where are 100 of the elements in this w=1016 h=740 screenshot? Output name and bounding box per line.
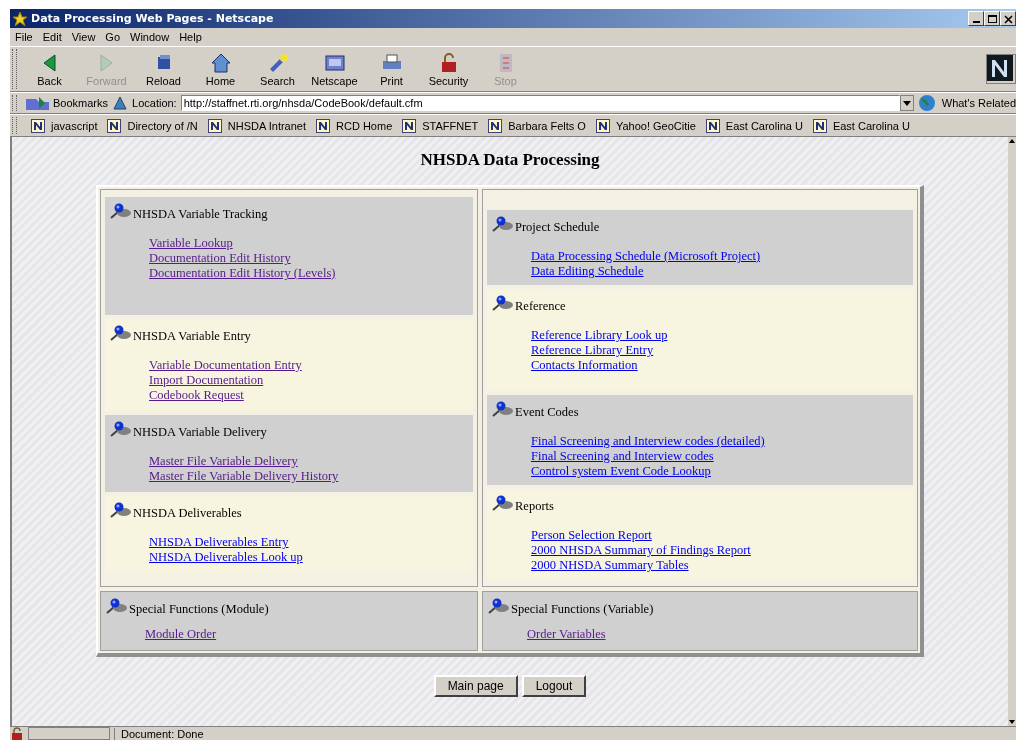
- page-heading: NHSDA Data Processing: [420, 150, 600, 170]
- link[interactable]: 2000 NHSDA Summary of Findings Report: [531, 543, 751, 558]
- minimize-icon: [972, 20, 980, 23]
- bookmark-link[interactable]: javascript: [31, 118, 98, 133]
- page-icon: [107, 118, 122, 133]
- bookmark-folder-icon: [25, 95, 51, 111]
- pushpin-icon: [491, 495, 513, 511]
- location-icon: [112, 95, 129, 111]
- page-icon: [31, 118, 45, 133]
- link[interactable]: Reference Library Look up: [531, 328, 668, 343]
- link[interactable]: Final Screening and Interview codes (detailed): [531, 434, 765, 449]
- toolbar-button[interactable]: Back: [21, 51, 78, 87]
- page-icon: [595, 118, 610, 133]
- padlock-icon: [10, 726, 24, 740]
- section-title: NHSDA Variable Entry: [133, 328, 251, 344]
- toolbar-grip[interactable]: [12, 117, 17, 134]
- menu-item[interactable]: View: [67, 31, 100, 43]
- toolbar-button[interactable]: Print: [363, 51, 420, 87]
- link[interactable]: Reference Library Entry: [531, 343, 654, 358]
- link[interactable]: Variable Lookup: [149, 236, 233, 251]
- pushpin-icon: [109, 421, 131, 437]
- section-title: Reports: [515, 498, 554, 514]
- section-title: Special Functions (Variable): [511, 601, 654, 617]
- maximize-button[interactable]: [984, 11, 1000, 26]
- scroll-up-icon: [1008, 137, 1016, 145]
- link[interactable]: Documentation Edit History: [149, 251, 291, 266]
- menu-item[interactable]: Window: [126, 31, 174, 43]
- arrow-icon: [100, 54, 113, 72]
- menu-item[interactable]: Help: [175, 31, 206, 43]
- section-title: Special Functions (Module): [129, 601, 269, 617]
- page-button[interactable]: Main page: [433, 675, 518, 697]
- link[interactable]: NHSDA Deliverables Entry: [149, 535, 289, 550]
- pushpin-icon: [109, 502, 131, 518]
- pushpin-icon: [491, 401, 513, 417]
- page-icon: [488, 118, 503, 133]
- bookmark-link[interactable]: RCD Home: [316, 118, 393, 133]
- link[interactable]: Person Selection Report: [531, 528, 652, 543]
- scrollbar[interactable]: [1008, 137, 1016, 726]
- page-icon: [402, 118, 417, 133]
- section-title: NHSDA Deliverables: [133, 505, 242, 521]
- status-text: Document: Done: [114, 727, 1016, 740]
- link[interactable]: 2000 NHSDA Summary Tables: [531, 558, 689, 573]
- section-title: Event Codes: [515, 404, 579, 420]
- toolbar-grip[interactable]: [12, 95, 17, 111]
- pushpin-icon: [487, 598, 509, 614]
- bookmark-link[interactable]: Yahoo! GeoCitie: [595, 118, 696, 133]
- link[interactable]: Control system Event Code Lookup: [531, 464, 711, 479]
- pushpin-icon: [491, 216, 513, 232]
- bookmark-link[interactable]: Directory of /N: [107, 118, 198, 133]
- link[interactable]: Data Editing Schedule: [531, 264, 644, 279]
- toolbar-button[interactable]: Home: [192, 51, 249, 87]
- link[interactable]: Contacts Information: [531, 358, 638, 373]
- menu-item[interactable]: Edit: [38, 31, 66, 43]
- link[interactable]: Module Order: [145, 627, 217, 642]
- url-field[interactable]: http://staffnet.rti.org/nhsda/CodeBook/default.cfm: [180, 95, 900, 111]
- link[interactable]: Final Screening and Interview codes: [531, 449, 714, 464]
- bookmark-link[interactable]: East Carolina U: [812, 118, 910, 133]
- scroll-down-icon: [1008, 718, 1016, 726]
- section-title: NHSDA Variable Tracking: [133, 206, 268, 222]
- pushpin-icon: [109, 325, 131, 341]
- page-button[interactable]: Logout: [521, 675, 587, 697]
- toolbar-button[interactable]: Search: [249, 51, 306, 87]
- location-label: Location:: [132, 97, 177, 109]
- link[interactable]: Master File Variable Delivery: [149, 454, 298, 469]
- bookmark-link[interactable]: STAFFNET: [402, 118, 479, 133]
- page-icon: [207, 118, 222, 133]
- section-title: NHSDA Variable Delivery: [133, 424, 267, 440]
- bookmarks-button[interactable]: Bookmarks: [25, 95, 109, 111]
- section-title: Reference: [515, 298, 566, 314]
- minimize-button[interactable]: [968, 11, 984, 26]
- link[interactable]: Order Variables: [527, 627, 606, 642]
- pushpin-icon: [491, 295, 513, 311]
- link[interactable]: Master File Variable Delivery History: [149, 469, 339, 484]
- bookmark-link[interactable]: East Carolina U: [705, 118, 803, 133]
- close-icon: [1001, 12, 1015, 25]
- pushpin-icon: [109, 203, 131, 219]
- close-button[interactable]: [1000, 11, 1016, 26]
- bookmark-link[interactable]: Barbara Felts O: [488, 118, 586, 133]
- link[interactable]: Variable Documentation Entry: [149, 358, 302, 373]
- toolbar-button[interactable]: Security: [420, 51, 477, 87]
- bookmark-link[interactable]: NHSDA Intranet: [207, 118, 307, 133]
- link[interactable]: Import Documentation: [149, 373, 264, 388]
- window-title: Data Processing Web Pages - Netscape: [31, 12, 274, 25]
- star-icon: [12, 10, 28, 27]
- toolbar-button[interactable]: Netscape: [306, 51, 363, 87]
- page-icon: [316, 118, 331, 133]
- whats-related-button[interactable]: What's Related: [917, 94, 1016, 112]
- toolbar-button[interactable]: Reload: [135, 51, 192, 87]
- menu-item[interactable]: File: [11, 31, 37, 43]
- menu-item[interactable]: Go: [101, 31, 125, 43]
- arrow-icon: [43, 54, 56, 72]
- section-title: Project Schedule: [515, 219, 600, 235]
- link[interactable]: Data Processing Schedule (Microsoft Project): [531, 249, 761, 264]
- link[interactable]: Documentation Edit History (Levels): [149, 266, 336, 281]
- link[interactable]: Codebook Request: [149, 388, 244, 403]
- toolbar-grip[interactable]: [12, 49, 17, 89]
- pushpin-icon: [105, 598, 127, 614]
- page-icon: [812, 118, 827, 133]
- page-icon: [705, 118, 720, 133]
- link[interactable]: NHSDA Deliverables Look up: [149, 550, 303, 565]
